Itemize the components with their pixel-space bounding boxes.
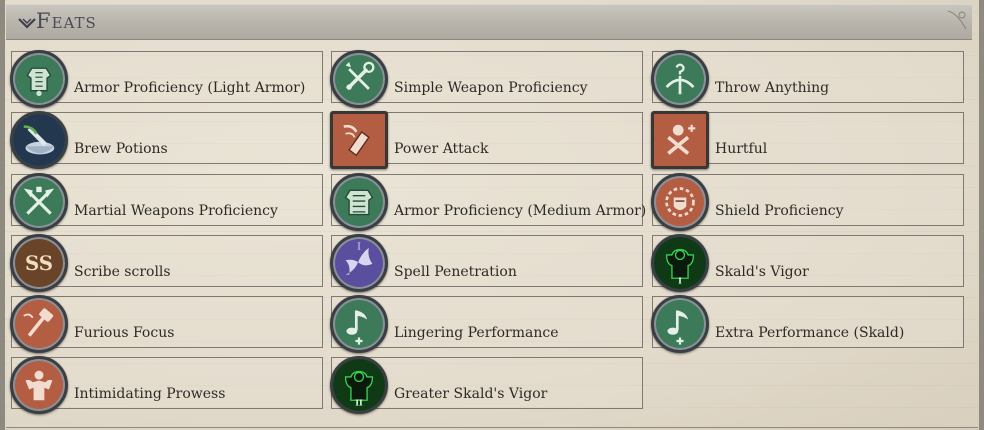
greater-skalds-vigor-icon: II: [330, 356, 388, 414]
feat-hurtful[interactable]: Hurtful: [651, 111, 964, 169]
feat-label: Spell Penetration: [394, 264, 517, 280]
mortar-pestle-icon: [10, 111, 68, 169]
rank-numeral: I: [357, 243, 361, 253]
feat-label: Power Attack: [394, 141, 489, 157]
feat-skalds-vigor[interactable]: I Skald's Vigor: [651, 234, 964, 292]
frame-left: [0, 0, 5, 430]
power-attack-icon: [330, 111, 388, 169]
feat-simple-weapon-proficiency[interactable]: Simple Weapon Proficiency: [330, 50, 643, 108]
medium-armor-icon: [330, 173, 388, 231]
feat-furious-focus[interactable]: Furious Focus: [10, 295, 323, 353]
feat-label: Brew Potions: [74, 141, 168, 157]
rank-numeral: I: [678, 276, 682, 286]
feat-label: Hurtful: [715, 141, 768, 157]
feat-scribe-scrolls[interactable]: SS Scribe scrolls: [10, 234, 323, 292]
martial-weapons-icon: [10, 173, 68, 231]
rank-numeral: II: [355, 398, 363, 408]
intimidating-prowess-icon: [10, 356, 68, 414]
light-armor-icon: [10, 50, 68, 108]
ss-icon: SS: [10, 234, 68, 292]
feat-label: Furious Focus: [74, 325, 175, 341]
feat-armor-proficiency-medium[interactable]: Armor Proficiency (Medium Armor): [330, 173, 647, 231]
skalds-vigor-icon: I: [651, 234, 709, 292]
spell-penetration-icon: I: [330, 234, 388, 292]
collapse-chevron-icon[interactable]: [18, 17, 36, 29]
music-note-plus-icon: [651, 295, 709, 353]
music-note-plus-icon: [330, 295, 388, 353]
feat-label: Skald's Vigor: [715, 264, 809, 280]
feat-brew-potions[interactable]: Brew Potions: [10, 111, 323, 169]
feat-intimidating-prowess[interactable]: Intimidating Prowess: [10, 356, 323, 414]
feat-label: Armor Proficiency (Medium Armor): [394, 203, 647, 219]
feat-label: Throw Anything: [715, 80, 830, 96]
feat-label: Lingering Performance: [394, 325, 559, 341]
feat-label: Shield Proficiency: [715, 203, 844, 219]
bottom-divider: [6, 427, 978, 428]
throw-anything-icon: [651, 50, 709, 108]
feat-label: Simple Weapon Proficiency: [394, 80, 588, 96]
feat-label: Scribe scrolls: [74, 264, 171, 280]
feat-martial-weapons-proficiency[interactable]: Martial Weapons Proficiency: [10, 173, 323, 231]
feat-label: Intimidating Prowess: [74, 386, 226, 402]
feat-power-attack[interactable]: Power Attack: [330, 111, 643, 169]
feat-extra-performance-skald[interactable]: Extra Performance (Skald): [651, 295, 964, 353]
frame-right: [979, 0, 984, 430]
feat-shield-proficiency[interactable]: Shield Proficiency: [651, 173, 964, 231]
feat-greater-skalds-vigor[interactable]: II Greater Skald's Vigor: [330, 356, 643, 414]
feat-spell-penetration[interactable]: I Spell Penetration: [330, 234, 643, 292]
simple-weapons-icon: [330, 50, 388, 108]
feat-throw-anything[interactable]: Throw Anything: [651, 50, 964, 108]
feat-label: Armor Proficiency (Light Armor): [74, 80, 306, 96]
hurtful-icon: [651, 111, 709, 169]
corner-ornament-icon: [947, 10, 967, 30]
feat-armor-proficiency-light[interactable]: Armor Proficiency (Light Armor): [10, 50, 323, 108]
ss-text: SS: [25, 251, 53, 275]
feat-label: Greater Skald's Vigor: [394, 386, 548, 402]
section-title: Feats: [36, 9, 97, 33]
shield-fist-icon: [651, 173, 709, 231]
feat-lingering-performance[interactable]: Lingering Performance: [330, 295, 643, 353]
section-header[interactable]: Feats: [6, 4, 972, 40]
feat-label: Extra Performance (Skald): [715, 325, 905, 341]
furious-focus-icon: [10, 295, 68, 353]
feat-label: Martial Weapons Proficiency: [74, 203, 278, 219]
